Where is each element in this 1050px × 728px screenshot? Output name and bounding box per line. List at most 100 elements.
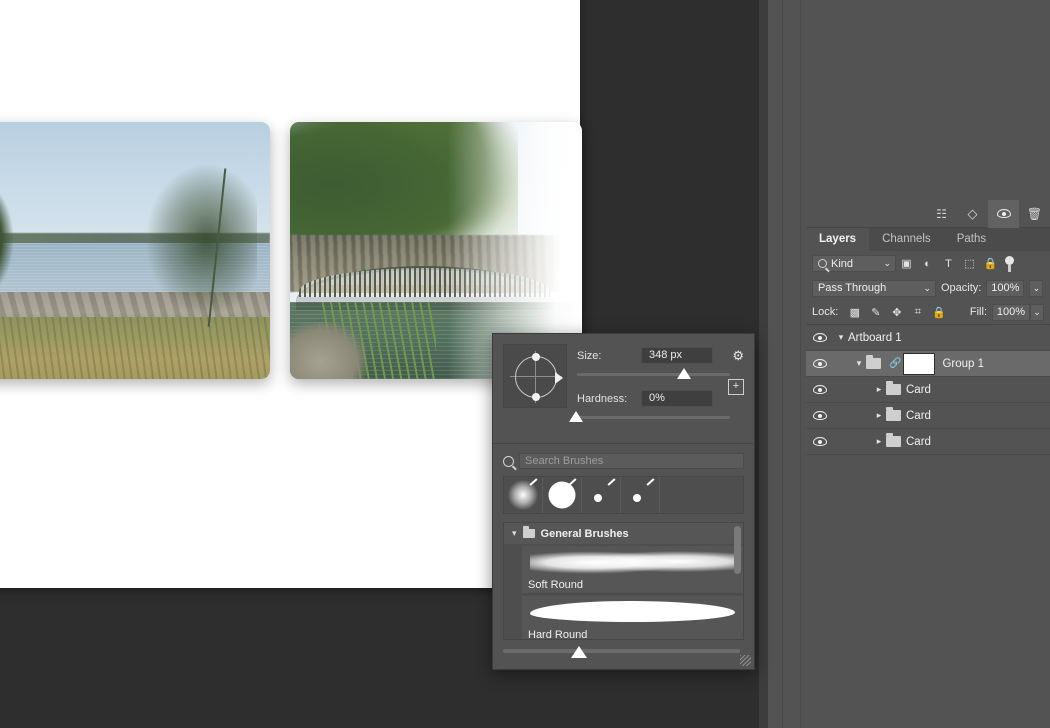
layer-visibility-toggle[interactable] [806, 411, 834, 420]
lock-row: Lock: ▩ ✎ ✥ ⌗ 🔒 Fill: 100% ⌄ [806, 300, 1050, 324]
small-soft-thumb [594, 494, 602, 502]
chevron-down-icon[interactable]: ▾ [512, 528, 517, 539]
resize-grip-icon[interactable] [740, 655, 751, 666]
brush-list-vertical-scrollbar[interactable] [734, 526, 741, 574]
lake-shore-photo [0, 122, 270, 379]
small-soft-preset[interactable] [582, 477, 621, 513]
brush-list-item[interactable]: Soft Round [522, 546, 743, 594]
table-row[interactable]: ▾ Artboard 1 [806, 325, 1050, 351]
delete-layer-icon[interactable]: 🗑 [1019, 200, 1050, 228]
lock-all-icon[interactable]: 🔒 [928, 303, 949, 321]
fill-chevron-down-icon[interactable]: ⌄ [1030, 304, 1044, 321]
brush-name: Soft Round [528, 579, 583, 591]
soft-round-preset[interactable] [504, 477, 543, 513]
layer-filter-row: Kind ⌄ ▣ ◐ T ⬚ 🔒 [806, 251, 1050, 276]
chevron-right-icon[interactable]: ▸ [872, 384, 886, 395]
filter-kind-dropdown[interactable]: Kind ⌄ [812, 255, 896, 272]
brush-tip-roundness-circle[interactable] [515, 356, 557, 398]
fill-label: Fill: [970, 306, 987, 318]
brush-hardness-slider[interactable] [577, 410, 744, 426]
fill-input[interactable]: 100% [992, 304, 1030, 321]
brush-tool-icon [646, 478, 654, 486]
dock-divider-right [800, 0, 801, 728]
chevron-down-icon[interactable]: ▾ [834, 332, 848, 343]
opacity-label: Opacity: [941, 282, 981, 294]
filter-type-icon[interactable]: T [938, 254, 959, 273]
dock-divider-left [782, 0, 783, 728]
toggle-stem [1008, 265, 1011, 272]
table-row[interactable]: ▾ 🔗 Group 1 [806, 351, 1050, 377]
brush-list[interactable]: ▾ General Brushes Soft Round Hard Round [503, 522, 744, 640]
tab-paths[interactable]: Paths [944, 228, 999, 251]
layer-name: Card [906, 410, 931, 422]
opacity-chevron-down-icon[interactable]: ⌄ [1029, 280, 1043, 297]
soft-round-thumb [508, 480, 538, 510]
brush-size-slider-thumb[interactable] [677, 368, 691, 379]
brush-panel-horizontal-scrollbar-track[interactable] [503, 649, 740, 653]
folder-icon [886, 384, 901, 395]
brush-list-item[interactable]: Hard Round [522, 596, 743, 640]
photo1-grass [0, 317, 270, 379]
small-hard-preset[interactable] [621, 477, 660, 513]
lock-transparent-pixels-icon[interactable]: ▩ [844, 303, 865, 321]
filter-pixel-icon[interactable]: ▣ [896, 254, 917, 273]
brush-tip-handle-bottom[interactable] [532, 393, 540, 401]
lock-position-icon[interactable]: ✥ [886, 303, 907, 321]
layer-visibility-toggle[interactable] [806, 385, 834, 394]
eye-icon [813, 437, 827, 446]
brush-group-general-brushes[interactable]: ▾ General Brushes [504, 523, 743, 544]
tab-layers[interactable]: Layers [806, 228, 869, 251]
filter-layers-icon[interactable]: ◇ [957, 200, 988, 228]
hard-round-preset[interactable] [543, 477, 582, 513]
brush-panel-horizontal-scrollbar-thumb[interactable] [571, 646, 587, 658]
brush-tip-handle-top[interactable] [532, 353, 540, 361]
table-row[interactable]: ▸ Card [806, 377, 1050, 403]
filter-adjustment-icon[interactable]: ◐ [917, 254, 938, 273]
brush-preset-picker-panel[interactable]: Size: 348 px Hardness: 0% ⚙ + [492, 333, 755, 670]
link-mask-icon[interactable]: 🔗 [889, 358, 901, 369]
brush-tip-angle-arrow[interactable] [555, 372, 563, 384]
chevron-down-icon[interactable]: ⌄ [883, 258, 891, 269]
blend-mode-dropdown[interactable]: Pass Through ⌄ [812, 280, 936, 297]
chevron-right-icon[interactable]: ▸ [872, 410, 886, 421]
lock-image-pixels-icon[interactable]: ✎ [865, 303, 886, 321]
brush-hardness-slider-thumb[interactable] [569, 411, 583, 422]
brush-hardness-label: Hardness: [577, 393, 633, 405]
brush-group-label: General Brushes [541, 528, 629, 540]
brush-size-slider[interactable] [577, 367, 744, 383]
toggle-knob [1005, 256, 1014, 265]
chevron-down-icon[interactable]: ▾ [852, 358, 866, 369]
layers-panel-tabs: Layers Channels Paths [806, 228, 1050, 251]
brush-preset-strip[interactable] [503, 476, 744, 514]
filter-shape-icon[interactable]: ⬚ [959, 254, 980, 273]
mask-options-icon[interactable]: ☷ [926, 200, 957, 228]
brush-settings-top: Size: 348 px Hardness: 0% ⚙ + [493, 334, 754, 441]
lock-artboard-nesting-icon[interactable]: ⌗ [907, 303, 928, 321]
gear-icon[interactable]: ⚙ [732, 348, 744, 364]
layer-visibility-toggle[interactable] [806, 333, 834, 342]
table-row[interactable]: ▸ Card [806, 403, 1050, 429]
chevron-down-icon[interactable]: ⌄ [923, 283, 931, 294]
new-preset-icon[interactable]: + [728, 379, 744, 395]
hard-round-stroke-preview [530, 601, 735, 622]
filter-enable-toggle[interactable] [1005, 256, 1014, 272]
folder-icon [866, 358, 881, 369]
lake-shore-photo-card[interactable] [0, 122, 270, 379]
chevron-right-icon[interactable]: ▸ [872, 436, 886, 447]
brush-preset-empty-area [660, 477, 743, 513]
tab-channels[interactable]: Channels [869, 228, 944, 251]
brush-tool-icon [607, 478, 615, 486]
filter-smart-object-icon[interactable]: 🔒 [980, 254, 1001, 273]
search-brushes-input[interactable]: Search Brushes [519, 453, 744, 469]
brush-name: Hard Round [528, 629, 587, 640]
layer-visibility-toggle[interactable] [806, 359, 834, 368]
layer-visibility-toggle[interactable] [806, 437, 834, 446]
layer-mask-thumbnail[interactable] [904, 354, 934, 374]
brush-size-value[interactable]: 348 px [641, 347, 713, 364]
toggle-filtering-icon[interactable] [988, 200, 1019, 228]
brush-tip-angle-control[interactable] [503, 344, 567, 408]
opacity-input[interactable]: 100% [986, 280, 1024, 297]
table-row[interactable]: ▸ Card [806, 429, 1050, 455]
search-icon [818, 259, 827, 268]
brush-hardness-value[interactable]: 0% [641, 390, 713, 407]
